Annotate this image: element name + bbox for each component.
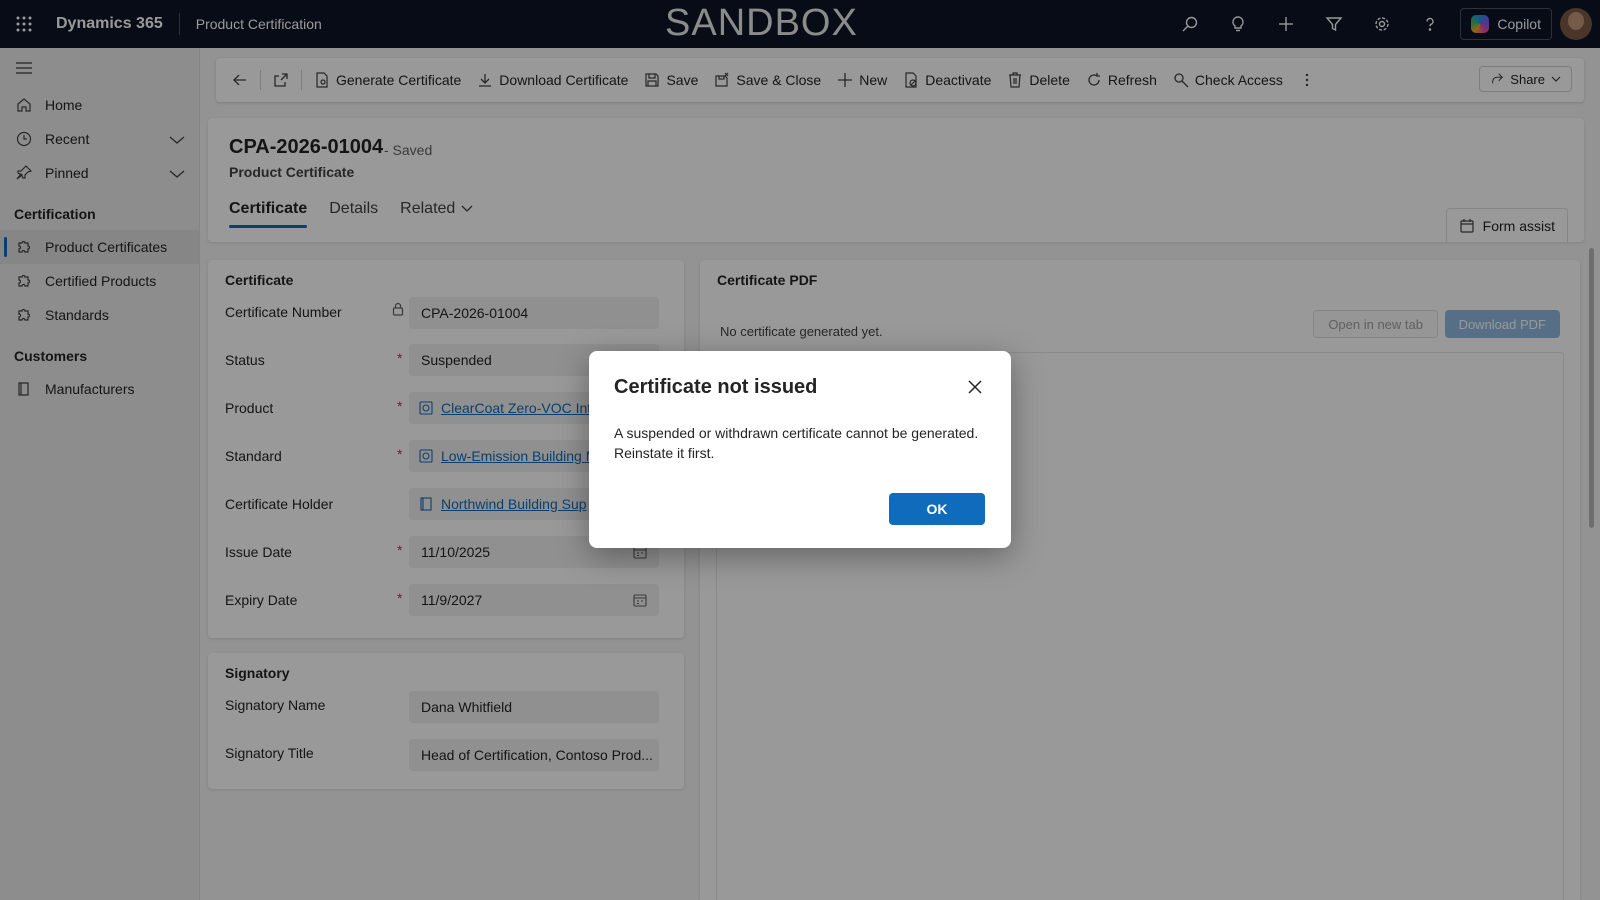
close-icon[interactable] (965, 377, 985, 397)
alert-dialog: Certificate not issued A suspended or wi… (589, 351, 1011, 548)
ok-button[interactable]: OK (889, 493, 985, 525)
dialog-title: Certificate not issued (614, 376, 818, 398)
dialog-message: A suspended or withdrawn certificate can… (614, 425, 979, 461)
